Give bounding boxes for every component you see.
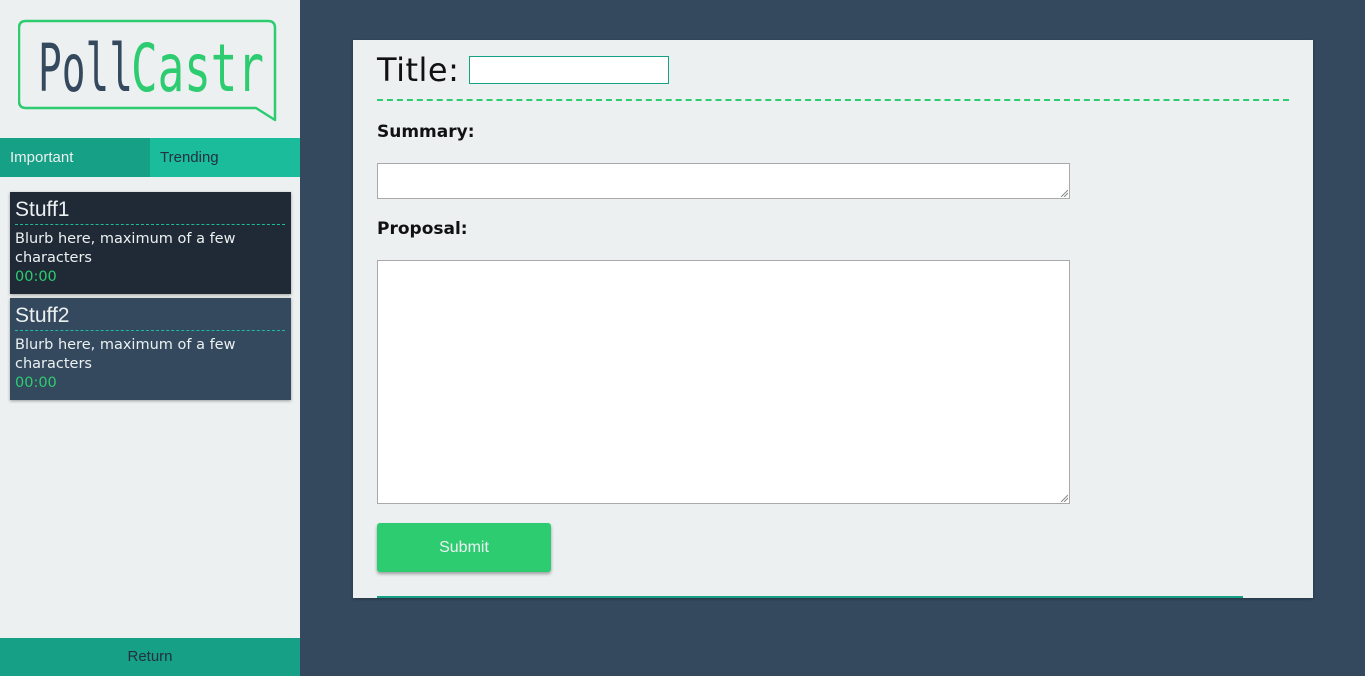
tab-important[interactable]: Important xyxy=(0,138,150,177)
card-time: 00:00 xyxy=(15,269,57,285)
sidebar-tabs: Important Trending xyxy=(0,138,300,177)
card-title: Stuff1 xyxy=(15,196,285,225)
card-blurb: Blurb here, maximum of a few characters xyxy=(15,337,236,372)
proposal-label: Proposal: xyxy=(377,219,468,239)
poll-card-stuff2[interactable]: Stuff2 Blurb here, maximum of a few char… xyxy=(10,298,291,400)
summary-label: Summary: xyxy=(377,122,475,142)
title-divider xyxy=(377,99,1289,101)
title-row: Title: xyxy=(377,50,670,90)
panel-bottom-divider xyxy=(377,596,1243,598)
tab-trending[interactable]: Trending xyxy=(150,138,300,177)
return-button[interactable]: Return xyxy=(0,638,300,676)
poll-card-stuff1[interactable]: Stuff1 Blurb here, maximum of a few char… xyxy=(10,192,291,294)
card-time: 00:00 xyxy=(15,375,57,391)
title-input[interactable] xyxy=(469,56,670,84)
title-label: Title: xyxy=(377,51,460,89)
card-title: Stuff2 xyxy=(15,302,285,331)
sidebar: Poll Castr Important Trending Stuff1 Blu… xyxy=(0,0,300,676)
svg-text:Castr: Castr xyxy=(131,30,264,107)
new-poll-form: Title: Summary: Proposal: Submit xyxy=(353,40,1313,598)
proposal-textarea[interactable] xyxy=(377,260,1070,504)
svg-text:Poll: Poll xyxy=(38,30,133,107)
summary-textarea[interactable] xyxy=(377,163,1070,199)
card-blurb: Blurb here, maximum of a few characters xyxy=(15,231,236,266)
pollcastr-logo[interactable]: Poll Castr xyxy=(18,19,278,122)
resize-grip-icon[interactable] xyxy=(1060,189,1068,197)
submit-button[interactable]: Submit xyxy=(377,523,551,572)
resize-grip-icon[interactable] xyxy=(1060,494,1068,502)
